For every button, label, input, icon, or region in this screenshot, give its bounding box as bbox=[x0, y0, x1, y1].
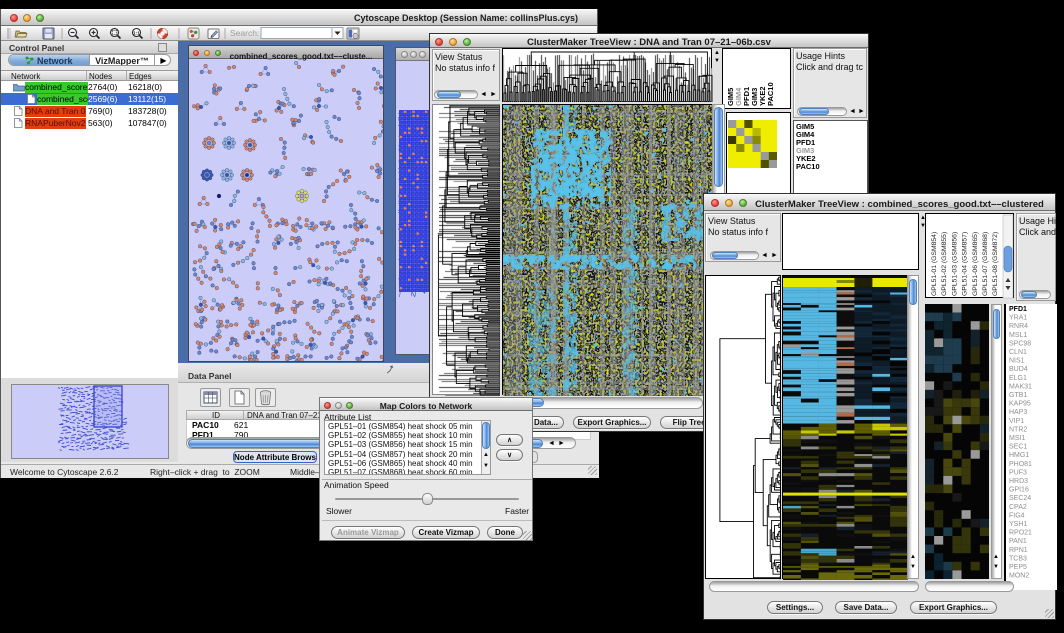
svg-text:SPC98: SPC98 bbox=[1009, 340, 1031, 347]
svg-text:GPL51-01 (GSM854): GPL51-01 (GSM854) bbox=[931, 232, 938, 296]
svg-text:VIP1: VIP1 bbox=[1009, 418, 1024, 425]
svg-text:NTR2: NTR2 bbox=[1009, 426, 1027, 433]
svg-text:CPA2: CPA2 bbox=[1009, 504, 1027, 511]
svg-text:CLN1: CLN1 bbox=[1009, 349, 1027, 356]
svg-text:HRD3: HRD3 bbox=[1009, 478, 1028, 485]
svg-text:GPL51-07 (GSM868): GPL51-07 (GSM868) bbox=[982, 232, 989, 296]
svg-text:NIS1: NIS1 bbox=[1009, 358, 1025, 365]
svg-text:YRA1: YRA1 bbox=[1009, 315, 1027, 322]
svg-text:BUD4: BUD4 bbox=[1009, 366, 1028, 373]
svg-text:PUF3: PUF3 bbox=[1009, 469, 1027, 476]
svg-text:GPL51-04 (GSM857): GPL51-04 (GSM857) bbox=[962, 232, 969, 296]
svg-text:RPO21: RPO21 bbox=[1009, 530, 1032, 537]
svg-text:FIG4: FIG4 bbox=[1009, 512, 1025, 519]
svg-text:YSH1: YSH1 bbox=[1009, 521, 1027, 528]
svg-text:GPI16: GPI16 bbox=[1009, 487, 1029, 494]
svg-text:GPL51-03 (GSM856): GPL51-03 (GSM856) bbox=[951, 232, 958, 296]
svg-text:PEP5: PEP5 bbox=[1009, 564, 1027, 571]
svg-text:SEC24: SEC24 bbox=[1009, 495, 1031, 502]
svg-text:GPL51-08 (GSM872): GPL51-08 (GSM872) bbox=[992, 232, 999, 296]
svg-text:GTB1: GTB1 bbox=[1009, 392, 1027, 399]
svg-text:MAK31: MAK31 bbox=[1009, 383, 1032, 390]
svg-text:HMG1: HMG1 bbox=[1009, 452, 1029, 459]
svg-text:PAC10: PAC10 bbox=[796, 162, 820, 171]
svg-text:MSI1: MSI1 bbox=[1009, 435, 1025, 442]
svg-text:GPL51-06 (GSM865): GPL51-06 (GSM865) bbox=[972, 232, 979, 296]
svg-text:MSL1: MSL1 bbox=[1009, 332, 1027, 339]
svg-text:GPL51-02 (GSM855): GPL51-02 (GSM855) bbox=[941, 232, 948, 296]
svg-text:RNR4: RNR4 bbox=[1009, 323, 1028, 330]
svg-text:RPN1: RPN1 bbox=[1009, 547, 1028, 554]
svg-text:HAP3: HAP3 bbox=[1009, 409, 1027, 416]
svg-text:TCB3: TCB3 bbox=[1009, 555, 1027, 562]
svg-text:KAP95: KAP95 bbox=[1009, 401, 1031, 408]
svg-text:SEC1: SEC1 bbox=[1009, 444, 1027, 451]
svg-text:PAN1: PAN1 bbox=[1009, 538, 1027, 545]
svg-text:MON2: MON2 bbox=[1009, 573, 1029, 580]
svg-text:PAC10: PAC10 bbox=[766, 82, 775, 106]
svg-text:ELG1: ELG1 bbox=[1009, 375, 1027, 382]
svg-text:1:1: 1:1 bbox=[133, 30, 140, 35]
svg-text:PFD1: PFD1 bbox=[1009, 306, 1027, 313]
svg-text:Search:: Search: bbox=[230, 28, 259, 38]
svg-text:PHO81: PHO81 bbox=[1009, 461, 1032, 468]
